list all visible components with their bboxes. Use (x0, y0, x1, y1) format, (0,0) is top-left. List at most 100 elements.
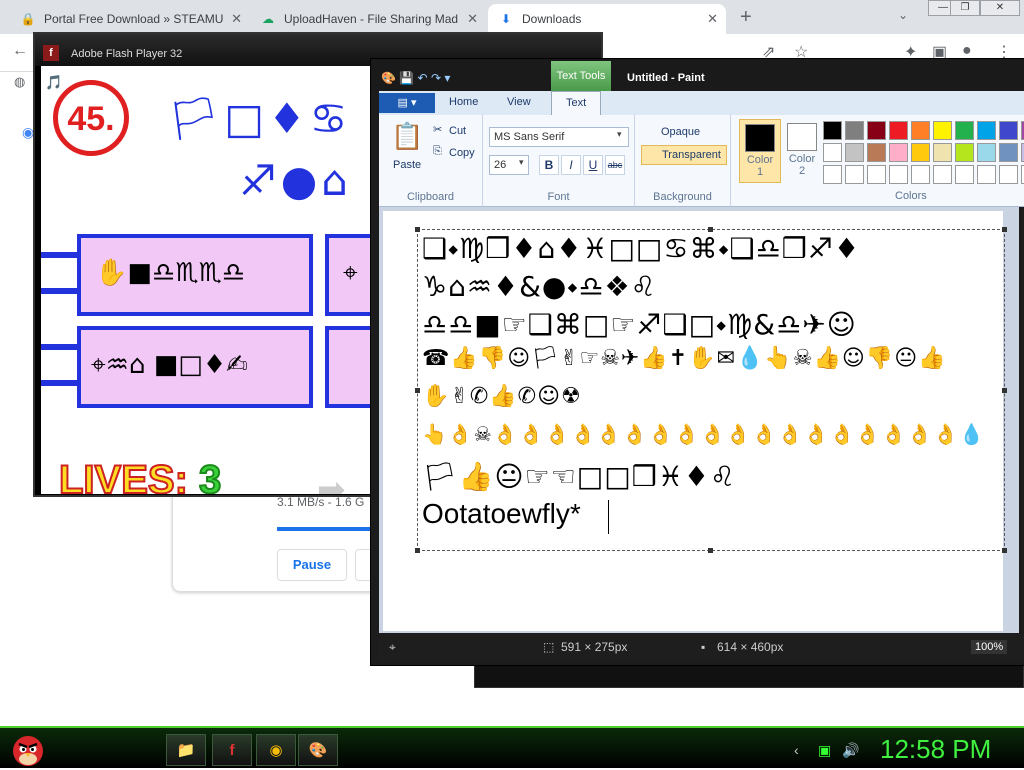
palette-swatch[interactable] (911, 165, 930, 184)
palette-swatch[interactable] (845, 165, 864, 184)
new-tab-button[interactable]: + (740, 6, 752, 29)
copy-button[interactable]: Copy (449, 147, 475, 159)
file-menu-button[interactable]: ▤ ▾ (379, 93, 435, 113)
palette-swatch[interactable] (933, 121, 952, 140)
taskbar-flash-button[interactable]: f (212, 734, 252, 766)
palette-swatch[interactable] (955, 143, 974, 162)
bold-button[interactable]: B (539, 155, 559, 175)
close-tab-icon[interactable]: ✕ (467, 11, 478, 27)
opaque-option[interactable]: Opaque (641, 123, 727, 143)
tab-search-icon[interactable]: ⌄ (898, 8, 908, 22)
palette-swatch[interactable] (999, 121, 1018, 140)
palette-swatch[interactable] (889, 165, 908, 184)
taskbar-paint-button[interactable]: 🎨 (298, 734, 338, 766)
resize-handle[interactable] (1002, 227, 1007, 232)
color-palette[interactable] (823, 121, 1024, 184)
chevron-down-icon[interactable]: ▾ (519, 157, 524, 168)
paste-icon[interactable]: 📋 (391, 121, 423, 152)
network-icon[interactable]: ▣ (818, 742, 831, 759)
palette-swatch[interactable] (845, 121, 864, 140)
close-tab-icon[interactable]: ✕ (231, 11, 242, 27)
palette-swatch[interactable] (823, 143, 842, 162)
cut-button[interactable]: Cut (449, 125, 466, 137)
palette-swatch[interactable] (911, 143, 930, 162)
next-arrow-icon[interactable]: ➡ (317, 470, 346, 494)
palette-swatch[interactable] (823, 121, 842, 140)
transparent-option[interactable]: Transparent (641, 145, 727, 165)
tab-home[interactable]: Home (449, 96, 478, 108)
resize-handle[interactable] (415, 548, 420, 553)
taskbar-clock[interactable]: 12:58 PM (880, 734, 991, 765)
show-hidden-icons-icon[interactable]: ‹ (794, 742, 799, 758)
close-tab-icon[interactable]: ✕ (707, 11, 718, 27)
zoom-level[interactable]: 100% (971, 640, 1008, 654)
italic-button[interactable]: I (561, 155, 581, 175)
drawing-canvas[interactable]: ❑⬩♍❒♦⌂♦♓□□♋⌘⬩❑♎❒♐♦ ♑⌂♒♦&●⬩♎❖♌ ♎♎■☞❑⌘□☞♐❑… (383, 211, 1007, 631)
quick-access-toolbar[interactable]: 🎨 💾 ↶ ↷ ▾ (381, 71, 450, 85)
resize-handle[interactable] (415, 227, 420, 232)
chrome-icon: ◉ (269, 742, 283, 759)
target-glyph-row-1: 🏳□♦♋ (167, 94, 352, 143)
palette-swatch[interactable] (867, 143, 886, 162)
tab-label: Downloads (522, 12, 582, 26)
text-line: ☎👍👎☺🏳✌☞☠✈👍✝✋✉💧👆☠👍☺👎😐👍 (422, 346, 947, 371)
palette-swatch[interactable] (977, 121, 996, 140)
tab-uploadhaven[interactable]: ☁ UploadHaven - File Sharing Mad ✕ (250, 4, 486, 34)
text-line: 👆👌☠👌👌👌👌👌👌👌👌👌👌👌👌👌👌👌👌👌👌💧 (422, 422, 985, 446)
connector-line (41, 380, 77, 386)
back-icon[interactable]: ← (12, 42, 28, 60)
colors-group-label: Colors (895, 190, 927, 202)
start-button[interactable] (6, 728, 50, 770)
palette-swatch[interactable] (911, 121, 930, 140)
color2-button[interactable]: Color 2 (781, 119, 823, 183)
paint-status-bar: ⌖ ⬚ 591 × 275px ▪ 614 × 460px 100% (379, 633, 1024, 661)
strikethrough-button[interactable]: abc (605, 155, 625, 175)
palette-swatch[interactable] (999, 165, 1018, 184)
palette-swatch[interactable] (889, 143, 908, 162)
answer-box-3[interactable]: ⌖♒⌂ ■□♦✍ (77, 326, 313, 408)
palette-swatch[interactable] (845, 143, 864, 162)
palette-swatch[interactable] (823, 165, 842, 184)
clipboard-group: 📋 Paste ✂ Cut ⎘ Copy Clipboard (379, 115, 483, 207)
close-window-button[interactable]: ✕ (980, 0, 1020, 16)
tab-downloads[interactable]: ⬇ Downloads ✕ (488, 4, 726, 34)
resize-handle[interactable] (1002, 548, 1007, 553)
tab-view[interactable]: View (507, 96, 531, 108)
music-note-icon[interactable]: 🎵 (45, 74, 62, 91)
palette-swatch[interactable] (867, 165, 886, 184)
text-line: ♎♎■☞❑⌘□☞♐❑□⬩♍&♎✈☺ (422, 308, 857, 341)
selection-size: 591 × 275px (561, 640, 628, 654)
score-circle: 45. (53, 80, 129, 156)
palette-swatch[interactable] (977, 165, 996, 184)
palette-swatch[interactable] (977, 143, 996, 162)
color1-button[interactable]: Color 1 (739, 119, 781, 183)
palette-swatch[interactable] (933, 143, 952, 162)
maximize-button[interactable]: ❐ (950, 0, 980, 16)
paste-button[interactable]: Paste (393, 159, 421, 171)
answer-box-1[interactable]: ✋■♎♏♏♎ (77, 234, 313, 316)
palette-swatch[interactable] (955, 121, 974, 140)
palette-swatch[interactable] (955, 165, 974, 184)
tab-portal[interactable]: 🔒 Portal Free Download » STEAMU ✕ (10, 4, 250, 34)
taskbar-chrome-button[interactable]: ◉ (256, 734, 296, 766)
canvas-size: 614 × 460px (717, 640, 784, 654)
resize-handle[interactable] (1002, 388, 1007, 393)
palette-swatch[interactable] (867, 121, 886, 140)
copy-icon[interactable]: ⎘ (433, 145, 442, 158)
download-progress-bar (277, 527, 377, 531)
cut-icon[interactable]: ✂ (433, 123, 442, 136)
font-family-select[interactable]: MS Sans Serif (489, 127, 629, 147)
connector-line (41, 344, 77, 350)
palette-swatch[interactable] (999, 143, 1018, 162)
tab-text[interactable]: Text (551, 91, 602, 115)
underline-button[interactable]: U (583, 155, 603, 175)
resize-handle[interactable] (415, 388, 420, 393)
volume-icon[interactable]: 🔊 (842, 742, 859, 759)
palette-swatch[interactable] (933, 165, 952, 184)
pause-button[interactable]: Pause (277, 549, 347, 581)
text-box[interactable]: ❑⬩♍❒♦⌂♦♓□□♋⌘⬩❑♎❒♐♦ ♑⌂♒♦&●⬩♎❖♌ ♎♎■☞❑⌘□☞♐❑… (415, 227, 1007, 553)
resize-handle[interactable] (708, 548, 713, 553)
palette-swatch[interactable] (889, 121, 908, 140)
chevron-down-icon[interactable]: ▾ (617, 129, 622, 140)
taskbar-explorer-button[interactable]: 📁 (166, 734, 206, 766)
